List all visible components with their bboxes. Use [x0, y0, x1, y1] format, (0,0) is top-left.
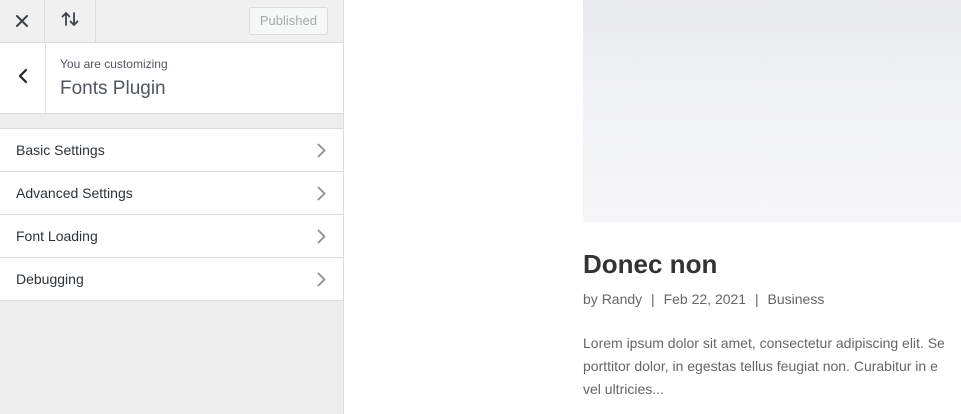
chevron-right-icon [314, 271, 328, 287]
meta-separator: | [651, 291, 655, 307]
chevron-right-icon [314, 142, 328, 158]
post-featured-image[interactable] [583, 0, 961, 222]
section-font-loading[interactable]: Font Loading [0, 215, 343, 258]
chevron-right-icon [314, 185, 328, 201]
close-icon [16, 12, 28, 31]
customizer-sidebar: Published You are customizing Fonts Plug… [0, 0, 344, 414]
section-basic-settings[interactable]: Basic Settings [0, 129, 343, 172]
chevron-right-icon [314, 228, 328, 244]
meta-separator: | [754, 291, 759, 307]
customizer-sections-list: Basic Settings Advanced Settings Font Lo… [0, 128, 343, 301]
post-meta: by Randy | Feb 22, 2021 | Business [583, 291, 824, 307]
section-label: Basic Settings [16, 142, 105, 158]
reorder-sections-button[interactable] [45, 0, 96, 42]
customizer-header-actions: Published [0, 0, 343, 43]
post-date: Feb 22, 2021 [663, 291, 747, 307]
post-category-link[interactable]: Business [768, 291, 825, 307]
section-label: Debugging [16, 271, 84, 287]
customizer-info-panel: You are customizing Fonts Plugin [0, 43, 343, 114]
reorder-arrows-icon [61, 11, 79, 31]
section-advanced-settings[interactable]: Advanced Settings [0, 172, 343, 215]
post-excerpt: Lorem ipsum dolor sit amet, consectetur … [583, 332, 961, 401]
customizing-title: Fonts Plugin [60, 78, 166, 99]
chevron-left-icon [18, 68, 28, 88]
section-debugging[interactable]: Debugging [0, 258, 343, 301]
close-customizer-button[interactable] [0, 0, 45, 42]
excerpt-line: porttitor dolor, in egestas tellus feugi… [583, 358, 938, 374]
publish-button[interactable]: Published [248, 7, 328, 35]
meta-by-prefix: by [583, 291, 598, 307]
excerpt-line: vel ultricies... [583, 381, 664, 397]
site-preview: Donec non by Randy | Feb 22, 2021 | Busi… [344, 0, 961, 414]
section-label: Advanced Settings [16, 185, 133, 201]
customizing-subtitle: You are customizing [60, 57, 168, 71]
section-label: Font Loading [16, 228, 98, 244]
post-author-link[interactable]: Randy [602, 291, 642, 307]
back-button[interactable] [0, 43, 46, 113]
excerpt-line: Lorem ipsum dolor sit amet, consectetur … [583, 335, 945, 351]
post-title[interactable]: Donec non [583, 249, 717, 280]
